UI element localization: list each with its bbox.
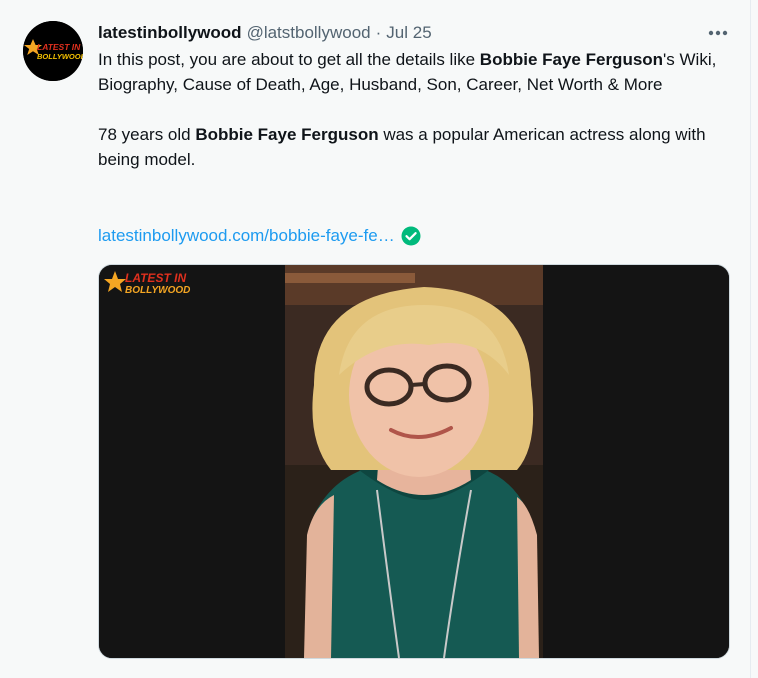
tweet-paragraph-2: 78 years old Bobbie Faye Ferguson was a … <box>98 122 728 172</box>
display-name[interactable]: latestinbollywood <box>98 23 242 43</box>
text-p1-start: In this post, you are about to get all t… <box>98 50 480 69</box>
avatar-logo-line2: BOLLYWOOD <box>37 52 83 61</box>
article-link[interactable]: latestinbollywood.com/bobbie-faye-fe… <box>98 226 395 246</box>
check-circle-icon <box>401 226 421 246</box>
tweet-paragraph-1: In this post, you are about to get all t… <box>98 47 728 97</box>
tweet-media[interactable]: LATEST IN BOLLYWOOD <box>98 264 730 659</box>
tweet-date[interactable]: Jul 25 <box>386 23 431 43</box>
person-name: Bobbie Faye Ferguson <box>479 50 664 69</box>
person-name: Bobbie Faye Ferguson <box>195 125 379 144</box>
user-handle[interactable]: @latstbollywood <box>247 23 371 43</box>
watermark-line2: BOLLYWOOD <box>125 285 190 296</box>
tweet-header: latestinbollywood @latstbollywood · Jul … <box>98 22 432 44</box>
ellipsis-icon <box>708 30 728 36</box>
tweet-text: In this post, you are about to get all t… <box>98 47 728 172</box>
separator-dot: · <box>375 23 382 42</box>
avatar[interactable]: LATEST IN BOLLYWOOD <box>23 21 83 81</box>
more-button[interactable] <box>705 22 731 44</box>
logo-icon: LATEST IN BOLLYWOOD <box>23 21 83 81</box>
text-p2-start: 78 years old <box>98 125 196 144</box>
tweet-actions <box>98 670 728 678</box>
tweet[interactable]: LATEST IN BOLLYWOOD latestinbollywood @l… <box>0 0 751 678</box>
tweet-link-row: latestinbollywood.com/bobbie-faye-fe… <box>98 224 421 248</box>
photo: LATEST IN BOLLYWOOD <box>99 265 729 658</box>
watermark-line1: LATEST IN <box>125 271 186 285</box>
avatar-logo-line1: LATEST IN <box>37 42 81 52</box>
